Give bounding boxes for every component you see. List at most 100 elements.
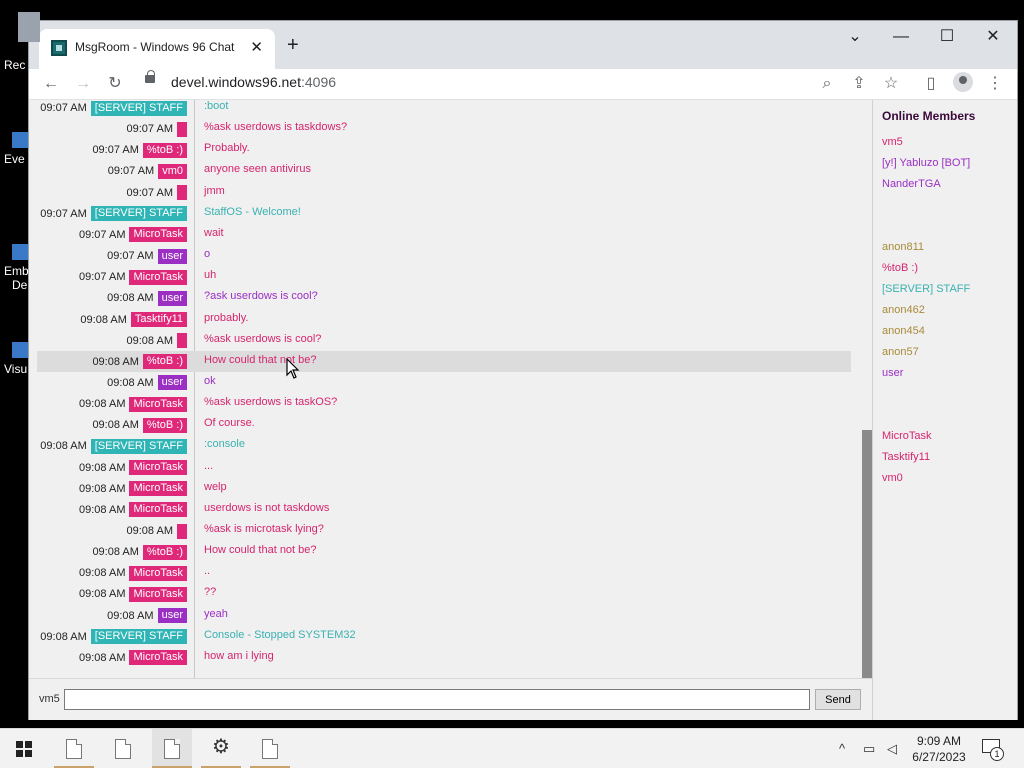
chat-message[interactable]: 09:08 AM %toB :) How could that not be? bbox=[37, 541, 851, 562]
chat-message[interactable]: 09:08 AM Tasktify11 probably. bbox=[37, 309, 851, 330]
lock-icon[interactable] bbox=[145, 70, 155, 83]
taskbar-app-2[interactable] bbox=[103, 729, 143, 768]
tab-list-chevron-icon[interactable]: ⌄ bbox=[840, 25, 870, 49]
chat-message[interactable]: 09:08 AM MicroTask welp bbox=[37, 478, 851, 499]
username-badge[interactable]: MicroTask bbox=[129, 586, 187, 602]
side-panel-icon[interactable]: ▯ bbox=[919, 73, 943, 95]
chat-message[interactable]: 09:07 AM [SERVER] STAFF StaffOS - Welcome! bbox=[37, 203, 851, 224]
member-item[interactable]: anon57 bbox=[882, 346, 919, 358]
nickname-label[interactable]: vm5 bbox=[39, 693, 60, 705]
chat-message[interactable]: 09:08 AM %toB :) How could that not be? bbox=[37, 350, 851, 372]
taskbar-app-3[interactable] bbox=[152, 729, 192, 768]
taskbar-app-1[interactable] bbox=[54, 729, 94, 768]
chat-message[interactable]: 09:07 AM vm0 anyone seen antivirus bbox=[37, 160, 851, 181]
chat-message[interactable]: 09:08 AM [SERVER] STAFF:console bbox=[37, 435, 851, 456]
chat-message[interactable]: 09:08 AM MicroTask %ask userdows is taskOS… bbox=[37, 393, 851, 414]
member-item[interactable]: MicroTask bbox=[882, 430, 932, 442]
chat-message[interactable]: 09:08 AM user ok bbox=[37, 372, 851, 393]
username-badge[interactable] bbox=[177, 333, 187, 349]
username-badge[interactable]: MicroTask bbox=[129, 481, 187, 497]
username-badge[interactable]: user bbox=[157, 608, 187, 624]
chat-message[interactable]: 09:07 AM jmm bbox=[37, 182, 851, 203]
chat-message[interactable]: 09:08 AM %toB :) Of course. bbox=[37, 414, 851, 435]
chat-message[interactable]: 09:08 AM MicroTask userdows is not taskdow… bbox=[37, 499, 851, 520]
username-badge[interactable]: %toB :) bbox=[142, 142, 187, 158]
member-item[interactable]: user bbox=[882, 367, 903, 379]
minimize-button[interactable]: — bbox=[886, 25, 916, 49]
network-icon[interactable]: ▭ bbox=[863, 740, 875, 758]
chat-message[interactable]: 09:07 AM [SERVER] STAFF:boot bbox=[37, 100, 851, 118]
username-badge[interactable]: %toB :) bbox=[142, 544, 187, 560]
chat-message[interactable]: 09:07 AM MicroTask wait bbox=[37, 224, 851, 245]
maximize-button[interactable]: ☐ bbox=[932, 25, 962, 49]
chat-message[interactable]: 09:08 AM user ?ask userdows is cool? bbox=[37, 287, 851, 308]
chat-message[interactable]: 09:07 AM user o bbox=[37, 245, 851, 266]
send-button[interactable]: Send bbox=[815, 689, 861, 710]
chat-log[interactable]: 09:07 AM [SERVER] STAFF:boot 09:07 AM %ask … bbox=[29, 100, 862, 678]
username-badge[interactable]: [SERVER] STAFF bbox=[90, 629, 187, 645]
taskbar-app-5[interactable] bbox=[250, 729, 290, 768]
reload-button[interactable]: ↻ bbox=[103, 73, 127, 95]
back-button[interactable]: ← bbox=[39, 73, 63, 95]
member-item[interactable]: anon462 bbox=[882, 304, 925, 316]
url-text[interactable]: devel.windows96.net:4096 bbox=[171, 74, 336, 90]
member-item[interactable]: [y!] Yabluzo [BOT] bbox=[882, 157, 970, 169]
tray-chevron-icon[interactable]: ^ bbox=[839, 740, 845, 758]
username-badge[interactable]: MicroTask bbox=[129, 227, 187, 243]
profile-avatar-icon[interactable] bbox=[953, 72, 973, 92]
chat-message[interactable]: 09:08 AM MicroTask how am i lying bbox=[37, 647, 851, 668]
username-badge[interactable]: MicroTask bbox=[129, 269, 187, 285]
username-badge[interactable]: MicroTask bbox=[129, 396, 187, 412]
member-item[interactable]: anon454 bbox=[882, 325, 925, 337]
chat-message[interactable]: 09:08 AM %ask userdows is cool? bbox=[37, 330, 851, 351]
message-input[interactable] bbox=[64, 689, 810, 710]
username-badge[interactable]: MicroTask bbox=[129, 650, 187, 666]
chat-message[interactable]: 09:08 AM MicroTask... bbox=[37, 457, 851, 478]
username-badge[interactable]: [SERVER] STAFF bbox=[90, 206, 187, 222]
volume-muted-icon[interactable]: ◁ bbox=[887, 740, 897, 758]
tab-close-icon[interactable]: ✕ bbox=[250, 38, 263, 56]
username-badge[interactable] bbox=[177, 523, 187, 539]
member-item[interactable]: anon811 bbox=[882, 241, 924, 253]
username-badge[interactable]: user bbox=[157, 290, 187, 306]
tab-msgroom[interactable]: MsgRoom - Windows 96 Chat ✕ bbox=[39, 29, 275, 69]
member-item[interactable]: NanderTGA bbox=[882, 178, 941, 190]
username-badge[interactable] bbox=[177, 185, 187, 201]
search-icon[interactable]: ⌕ bbox=[815, 73, 839, 95]
taskbar-settings[interactable]: ⚙ bbox=[201, 729, 241, 768]
chat-message[interactable]: 09:08 AM MicroTask?? bbox=[37, 583, 851, 604]
username-badge[interactable]: [SERVER] STAFF bbox=[90, 438, 187, 454]
username-badge[interactable]: Tasktify11 bbox=[130, 312, 187, 327]
new-tab-button[interactable]: + bbox=[287, 33, 299, 57]
system-clock[interactable]: 9:09 AM 6/27/2023 bbox=[906, 733, 972, 765]
username-badge[interactable]: %toB :) bbox=[142, 417, 187, 433]
username-badge[interactable]: MicroTask bbox=[129, 502, 187, 518]
username-badge[interactable]: vm0 bbox=[158, 163, 187, 179]
chat-message[interactable]: 09:07 AM %toB :) Probably. bbox=[37, 139, 851, 160]
chat-message[interactable]: 09:07 AM %ask userdows is taskdows? bbox=[37, 118, 851, 139]
notification-center-button[interactable]: 1 bbox=[982, 739, 1004, 761]
bookmark-star-icon[interactable]: ☆ bbox=[879, 73, 903, 95]
forward-button[interactable]: → bbox=[71, 73, 95, 95]
chat-message[interactable]: 09:08 AM %ask is microtask lying? bbox=[37, 520, 851, 541]
address-bar[interactable]: devel.windows96.net:4096 bbox=[141, 69, 841, 97]
username-badge[interactable]: MicroTask bbox=[129, 460, 187, 476]
username-badge[interactable]: user bbox=[157, 248, 187, 264]
chat-message[interactable]: 09:08 AM MicroTask.. bbox=[37, 562, 851, 583]
chat-message[interactable]: 09:08 AM [SERVER] STAFF Console - Stopped … bbox=[37, 626, 851, 647]
close-window-button[interactable]: ✕ bbox=[978, 25, 1008, 49]
start-button[interactable] bbox=[16, 741, 32, 757]
member-item[interactable]: vm5 bbox=[882, 136, 903, 148]
browser-menu-icon[interactable]: ⋮ bbox=[983, 73, 1007, 95]
chat-message[interactable]: 09:07 AM MicroTask uh bbox=[37, 266, 851, 287]
member-item[interactable]: %toB :) bbox=[882, 262, 918, 274]
chat-scrollbar-thumb[interactable] bbox=[862, 430, 872, 680]
member-item[interactable]: [SERVER] STAFF bbox=[882, 283, 970, 295]
username-badge[interactable]: %toB :) bbox=[142, 354, 187, 370]
username-badge[interactable]: MicroTask bbox=[129, 565, 187, 581]
username-badge[interactable] bbox=[177, 121, 187, 137]
share-icon[interactable]: ⇪ bbox=[847, 73, 871, 95]
member-item[interactable]: vm0 bbox=[882, 472, 903, 484]
member-item[interactable]: Tasktify11 bbox=[882, 451, 930, 463]
username-badge[interactable]: user bbox=[157, 375, 187, 391]
